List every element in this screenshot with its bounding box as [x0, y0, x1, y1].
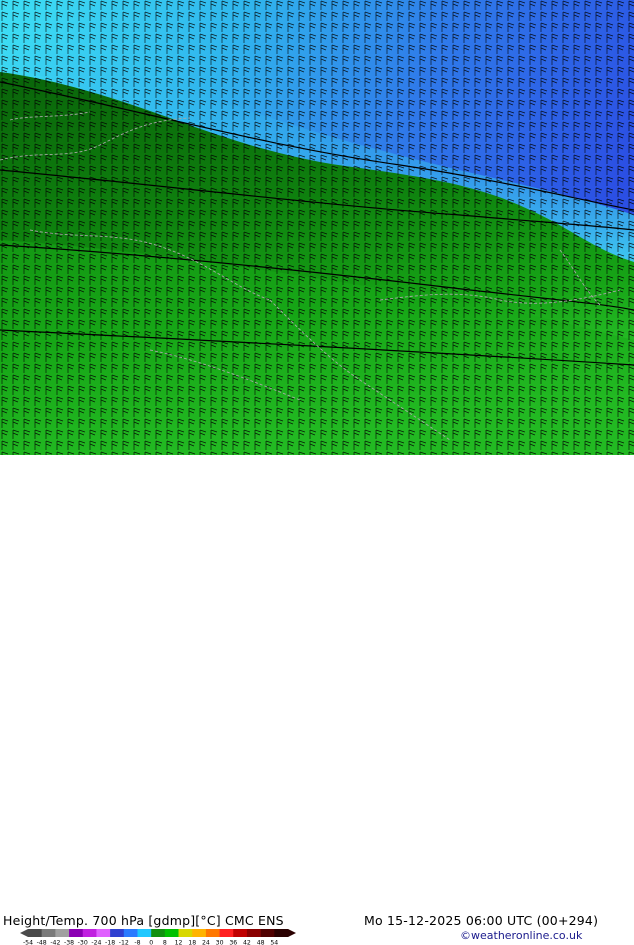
scale-label: 54 — [270, 940, 278, 945]
scale-swatch — [69, 929, 83, 937]
scale-label: 42 — [243, 940, 251, 945]
scale-label: 36 — [229, 940, 237, 945]
scale-label: -42 — [50, 940, 60, 945]
scale-label: -12 — [119, 940, 129, 945]
scale-label: 0 — [149, 940, 153, 945]
scale-swatch — [55, 929, 69, 937]
map-footer: Height/Temp. 700 hPa [gdmp][°C] CMC ENS … — [0, 455, 634, 490]
scale-label: 24 — [202, 940, 210, 945]
scale-label: -24 — [91, 940, 101, 945]
scale-label: 48 — [257, 940, 265, 945]
scale-label: -8 — [134, 940, 140, 945]
scale-swatch — [261, 929, 275, 937]
scale-swatch — [83, 929, 97, 937]
scale-swatch — [124, 929, 138, 937]
scale-swatch — [137, 929, 151, 937]
scale-label: 18 — [188, 940, 196, 945]
scale-swatch — [192, 929, 206, 937]
scale-label: -54 — [23, 940, 33, 945]
scale-swatch — [206, 929, 220, 937]
scale-label: 12 — [175, 940, 183, 945]
scale-swatch — [274, 929, 288, 937]
scale-swatch — [96, 929, 110, 937]
color-scale-legend: -54 -48-42 -38 -30-24 -18 -12 -8 0 8 12 18 24 30 36 42… — [20, 928, 296, 945]
scale-swatch — [42, 929, 56, 937]
scale-swatch — [110, 929, 124, 937]
scale-swatch — [28, 929, 42, 937]
scale-label: -48 — [37, 940, 47, 945]
scale-arrow-left — [20, 929, 28, 937]
valid-time: Mo 15-12-2025 06:00 UTC (00+294) — [364, 913, 598, 928]
scale-swatch — [179, 929, 193, 937]
scale-swatch — [247, 929, 261, 937]
scale-arrow-right — [288, 929, 296, 937]
scale-label: 8 — [163, 940, 167, 945]
map-title: Height/Temp. 700 hPa [gdmp][°C] CMC ENS — [3, 913, 284, 928]
scale-swatch — [233, 929, 247, 937]
scale-label: -30 — [78, 940, 88, 945]
scale-label: -38 — [64, 940, 74, 945]
scale-swatch — [220, 929, 234, 937]
scale-swatch — [165, 929, 179, 937]
weather-map — [0, 0, 634, 455]
scale-label: -18 — [105, 940, 115, 945]
credit-link[interactable]: ©weatheronline.co.uk — [460, 929, 582, 942]
scale-label: 30 — [216, 940, 224, 945]
wind-barbs-layer — [0, 0, 634, 455]
scale-swatch — [151, 929, 165, 937]
